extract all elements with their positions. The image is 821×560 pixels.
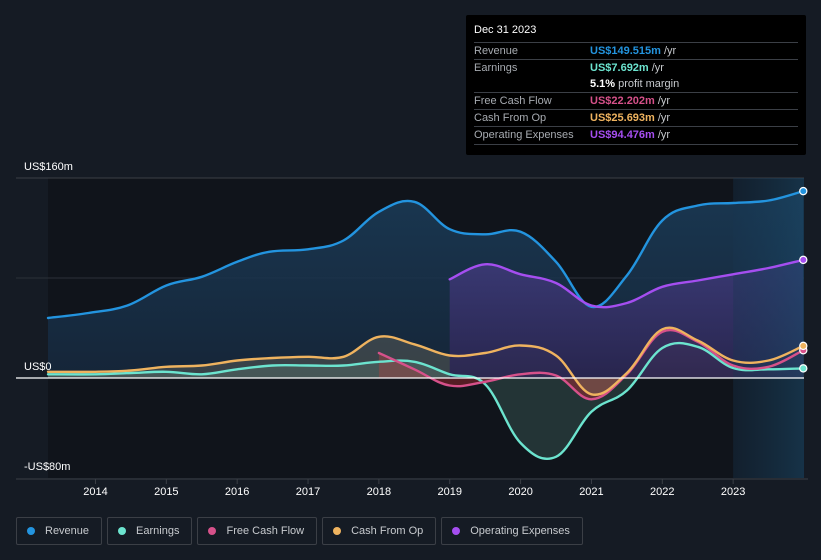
- x-axis: 2014 2015 2016 2017 2018 2019 2020 2021 2022 2023: [83, 479, 745, 498]
- legend-item-earnings[interactable]: Earnings: [107, 517, 193, 545]
- tooltip-row: Free Cash Flow US$22.202m/yr: [474, 92, 798, 109]
- legend-item-cash-from-op[interactable]: Cash From Op: [322, 517, 437, 545]
- x-tick-label: 2020: [508, 486, 532, 498]
- x-tick-label: 2021: [579, 486, 603, 498]
- x-tick-label: 2015: [154, 486, 178, 498]
- tooltip-label: Free Cash Flow: [474, 95, 552, 107]
- tooltip-value: US$22.202m: [590, 95, 655, 107]
- tooltip-unit: /yr: [657, 95, 671, 107]
- tooltip-unit: /yr: [657, 112, 671, 124]
- revenue-end-marker[interactable]: [799, 186, 808, 196]
- legend-label: Operating Expenses: [470, 525, 570, 537]
- tooltip-label: Cash From Op: [474, 112, 547, 124]
- tooltip-label: Operating Expenses: [474, 129, 574, 141]
- tooltip-date: Dec 31 2023: [474, 24, 537, 36]
- legend-label: Free Cash Flow: [226, 525, 305, 537]
- earnings-end-marker[interactable]: [799, 364, 808, 373]
- legend-label: Cash From Op: [351, 525, 424, 537]
- x-tick-label: 2023: [721, 486, 745, 498]
- legend-label: Revenue: [45, 525, 90, 537]
- legend-dot-icon: [27, 527, 35, 535]
- x-tick-label: 2014: [83, 486, 107, 498]
- tooltip-unit: profit margin: [618, 78, 680, 90]
- highlight-region: [733, 178, 804, 478]
- tooltip-row: Operating Expenses US$94.476m/yr: [474, 126, 798, 143]
- legend-dot-icon: [208, 527, 217, 535]
- tooltip-value: 5.1%: [590, 78, 616, 90]
- tooltip-value: US$149.515m: [590, 45, 661, 57]
- legend-item-free-cash-flow[interactable]: Free Cash Flow: [197, 517, 318, 545]
- x-tick-label: 2022: [650, 486, 674, 498]
- tooltip-label: Revenue: [474, 45, 519, 57]
- cash-from-op-end-marker[interactable]: [799, 341, 808, 351]
- legend-dot-icon: [118, 527, 127, 535]
- legend-dot-icon: [452, 527, 461, 535]
- tooltip-row: 5.1% profit margin: [474, 76, 798, 92]
- tooltip-row: Cash From Op US$25.693m/yr: [474, 109, 798, 126]
- x-tick-label: 2018: [367, 486, 391, 498]
- tooltip-label: Earnings: [474, 62, 518, 74]
- tooltip-value: US$25.693m: [590, 112, 655, 124]
- tooltip-value: US$7.692m: [590, 62, 649, 74]
- tooltip: Dec 31 2023 Revenue US$149.515m/yr Earning…: [466, 15, 806, 155]
- tooltip-unit: /yr: [657, 129, 671, 141]
- x-tick-label: 2017: [296, 486, 320, 498]
- legend-dot-icon: [333, 527, 342, 535]
- legend-item-revenue[interactable]: Revenue: [16, 517, 103, 545]
- legend: Revenue Earnings Free Cash Flow Cash From O…: [16, 517, 583, 545]
- x-tick-label: 2016: [225, 486, 249, 498]
- y-tick-label: US$160m: [24, 161, 73, 173]
- y-tick-label: US$0: [24, 361, 52, 373]
- tooltip-unit: /yr: [663, 45, 677, 57]
- legend-item-operating-expenses[interactable]: Operating Expenses: [441, 517, 583, 545]
- tooltip-value: US$94.476m: [590, 129, 655, 141]
- tooltip-row: Revenue US$149.515m/yr: [474, 42, 798, 59]
- operating-expenses-end-marker[interactable]: [799, 255, 808, 265]
- y-tick-label: -US$80m: [24, 461, 70, 473]
- tooltip-unit: /yr: [651, 62, 664, 74]
- tooltip-row: Earnings US$7.692m/yr: [474, 59, 798, 76]
- x-tick-label: 2019: [437, 486, 461, 498]
- legend-label: Earnings: [136, 525, 180, 537]
